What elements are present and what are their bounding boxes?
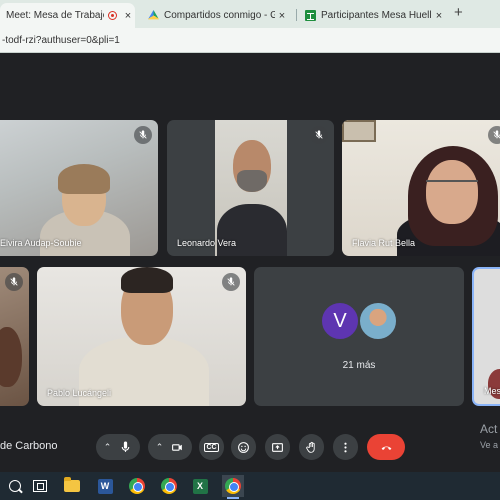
participant-name: Flavia Rut Bella: [352, 238, 416, 248]
participant-video-figure: [0, 327, 22, 387]
tab-meet[interactable]: Meet: Mesa de Trabajo Huel ×: [0, 3, 135, 28]
participant-video-figure: [217, 204, 287, 256]
end-call-icon: [381, 446, 391, 450]
word-icon: W: [97, 478, 113, 494]
chrome-button-1[interactable]: [126, 475, 148, 497]
avatar-v: V: [320, 301, 360, 341]
tab-meet-label: Meet: Mesa de Trabajo Huel: [6, 10, 104, 21]
tab-divider: [296, 9, 297, 21]
browser-tab-strip: Meet: Mesa de Trabajo Huel × Compartidos…: [0, 0, 500, 28]
mic-control-group: ⌃: [96, 434, 140, 460]
camera-icon[interactable]: [171, 441, 184, 454]
tab-drive[interactable]: Compartidos conmigo - Google ×: [142, 3, 289, 28]
participant-tile-flavia[interactable]: Flavia Rut Bella: [342, 120, 500, 256]
participant-name: Elvira Audap-Soubie: [0, 238, 82, 248]
mic-off-icon: [5, 273, 23, 291]
new-tab-button[interactable]: +: [454, 4, 463, 21]
participant-video-face: [426, 160, 478, 224]
chrome-icon: [225, 478, 241, 494]
folder-icon: [64, 477, 80, 492]
captions-icon: CC: [204, 442, 219, 452]
mic-off-icon: [310, 126, 328, 144]
address-bar: -todf-rzi?authuser=0&pli=1: [0, 28, 500, 53]
participant-tile-pablo[interactable]: Pablo Lucángeli: [37, 267, 246, 406]
chrome-button-active[interactable]: [222, 475, 244, 499]
tab-meet-close-icon[interactable]: ×: [121, 10, 135, 22]
word-button[interactable]: W: [94, 475, 116, 497]
participant-glasses: [426, 180, 478, 190]
tab-sheets-label: Participantes Mesa Huella de C: [321, 10, 432, 21]
self-tile[interactable]: Mes: [472, 267, 500, 406]
windows-taskbar: W X: [0, 472, 500, 500]
task-view-button[interactable]: [29, 475, 51, 497]
mic-icon[interactable]: [119, 441, 132, 454]
search-icon: [9, 480, 21, 492]
present-icon: [272, 442, 283, 452]
participant-name: Mes: [484, 386, 500, 396]
others-tile[interactable]: V 21 más: [254, 267, 464, 406]
participant-tile-elvira[interactable]: Elvira Audap-Soubie: [0, 120, 158, 256]
meeting-title: de Carbono: [0, 440, 58, 452]
mic-off-icon: [222, 273, 240, 291]
chrome-icon: [161, 478, 177, 494]
chevron-up-icon[interactable]: ⌃: [156, 442, 164, 453]
chrome-button-2[interactable]: [158, 475, 180, 497]
chrome-icon: [129, 478, 145, 494]
participant-video: [215, 120, 287, 256]
more-options-button[interactable]: [333, 434, 358, 460]
participant-tile-partial-left[interactable]: [0, 267, 29, 406]
recording-icon: [108, 11, 117, 20]
tab-sheets[interactable]: Participantes Mesa Huella de C ×: [299, 3, 446, 28]
raise-hand-icon: [306, 441, 315, 453]
camera-control-group: ⌃: [148, 434, 192, 460]
file-explorer-button[interactable]: [61, 475, 83, 497]
present-button[interactable]: [265, 434, 290, 460]
tab-drive-label: Compartidos conmigo - Google: [164, 10, 275, 21]
mic-off-icon: [488, 126, 500, 144]
drive-icon: [148, 10, 159, 20]
participant-video-hair: [121, 267, 173, 293]
excel-icon: X: [192, 478, 208, 494]
sheets-icon: [305, 10, 316, 21]
participant-tile-leonardo[interactable]: Leonardo Vera: [167, 120, 334, 256]
tab-sheets-close-icon[interactable]: ×: [432, 10, 446, 22]
meet-stage: Elvira Audap-Soubie Leonardo Vera Flavia…: [0, 54, 500, 472]
participant-name: Pablo Lucángeli: [47, 388, 112, 398]
wall-frame: [342, 120, 376, 142]
activate-windows-subtitle: Ve a: [480, 440, 499, 450]
emoji-button[interactable]: [231, 434, 256, 460]
more-options-icon: [344, 442, 347, 452]
tab-drive-close-icon[interactable]: ×: [275, 10, 289, 22]
end-call-button[interactable]: [367, 434, 405, 460]
url-field[interactable]: -todf-rzi?authuser=0&pli=1: [0, 32, 500, 49]
avatar-photo: [358, 301, 398, 341]
raise-hand-button[interactable]: [299, 434, 324, 460]
others-count: 21 más: [342, 360, 376, 371]
chevron-up-icon[interactable]: ⌃: [104, 442, 112, 453]
search-taskbar-button[interactable]: [4, 475, 26, 497]
participant-name: Leonardo Vera: [177, 238, 237, 248]
activate-windows-title: Act: [480, 422, 498, 436]
others-avatars: V: [320, 301, 398, 341]
excel-button[interactable]: X: [189, 475, 211, 497]
task-view-icon: [33, 480, 47, 492]
captions-button[interactable]: CC: [199, 434, 224, 460]
participant-video-hair: [58, 164, 110, 194]
participant-video-beard: [237, 170, 267, 192]
emoji-icon: [238, 441, 249, 453]
mic-off-icon: [134, 126, 152, 144]
